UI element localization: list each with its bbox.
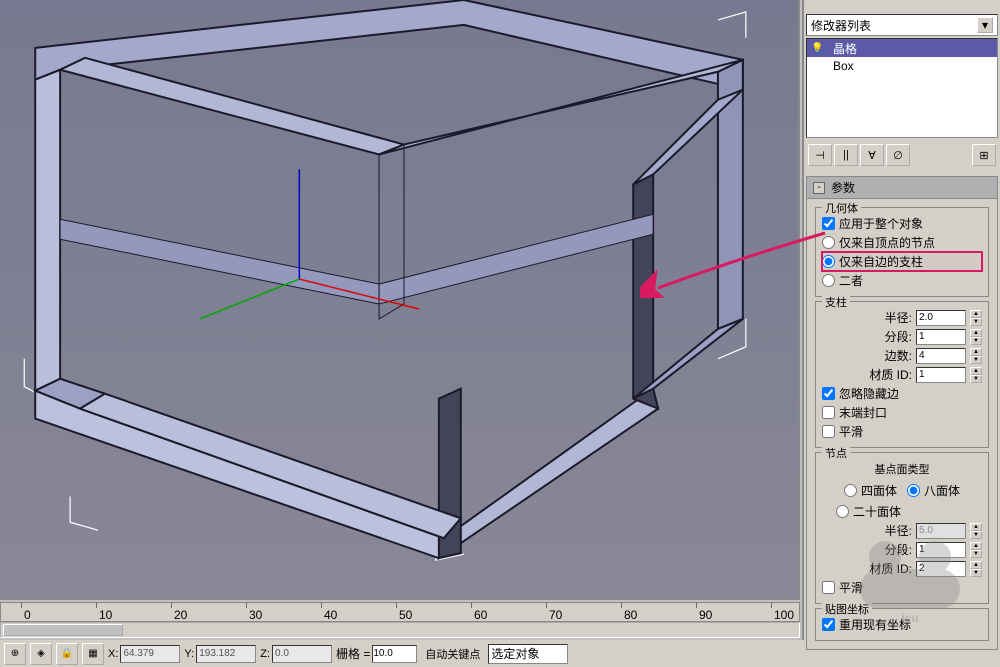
make-unique-button[interactable]: ∀ xyxy=(860,144,884,166)
modifier-list-dropdown[interactable]: 修改器列表 ▾ xyxy=(806,14,998,36)
tetra-radio[interactable]: 四面体 xyxy=(844,481,897,500)
remove-modifier-button[interactable]: ∅ xyxy=(886,144,910,166)
basetype-label: 基点面类型 xyxy=(822,459,982,479)
reuse-coords-checkbox[interactable]: 重用现有坐标 xyxy=(822,615,982,634)
status-btn-1[interactable]: ⊕ xyxy=(4,643,26,665)
spinner-down-icon[interactable]: ▼ xyxy=(970,531,982,539)
pin-stack-button[interactable]: ⊣ xyxy=(808,144,832,166)
spinner-down-icon[interactable]: ▼ xyxy=(970,375,982,383)
spinner-down-icon[interactable]: ▼ xyxy=(970,337,982,345)
parameters-rollout: - 参数 几何体 应用于整个对象 仅来自顶点的节点 仅来自边的支柱 xyxy=(806,176,998,650)
apply-whole-object-checkbox[interactable]: 应用于整个对象 xyxy=(822,214,982,233)
joint-matid-spinner[interactable]: 材质 ID: ▲▼ xyxy=(822,559,982,578)
ruler-tick: 60 xyxy=(474,608,487,622)
coord-y: Y: xyxy=(184,645,256,663)
coord-z-input[interactable] xyxy=(272,645,332,663)
ruler-tick: 100 xyxy=(774,608,794,622)
group-legend: 支柱 xyxy=(822,294,850,310)
ruler-tick: 50 xyxy=(399,608,412,622)
coord-z-label: Z: xyxy=(260,648,270,660)
grid-label: 栅格 = xyxy=(336,645,370,662)
ignore-hidden-checkbox[interactable]: 忽略隐藏边 xyxy=(822,384,982,403)
spinner-up-icon[interactable]: ▲ xyxy=(970,348,982,356)
configure-sets-button[interactable]: ⊞ xyxy=(972,144,996,166)
ruler-tick: 10 xyxy=(99,608,112,622)
icosa-radio[interactable]: 二十面体 xyxy=(822,502,982,521)
stack-item-label: Box xyxy=(833,59,854,73)
scrollbar-thumb[interactable] xyxy=(3,624,123,636)
grid-input[interactable] xyxy=(372,645,417,663)
spinner-up-icon[interactable]: ▲ xyxy=(970,329,982,337)
struts-group: 支柱 半径: ▲▼ 分段: ▲▼ 边数: ▲▼ 材质 ID: xyxy=(815,301,989,448)
group-legend: 几何体 xyxy=(822,200,861,216)
joints-only-radio[interactable]: 仅来自顶点的节点 xyxy=(822,233,982,252)
coord-y-label: Y: xyxy=(184,648,194,660)
stack-item-lattice[interactable]: 💡 晶格 xyxy=(807,39,997,57)
mapping-group: 贴图坐标 重用现有坐标 xyxy=(815,608,989,641)
spinner-up-icon[interactable]: ▲ xyxy=(970,561,982,569)
selection-dropdown[interactable]: 选定对象 xyxy=(488,644,568,664)
ruler-tick: 30 xyxy=(249,608,262,622)
rollout-title: 参数 xyxy=(831,179,855,196)
octa-radio[interactable]: 八面体 xyxy=(907,481,960,500)
joints-group: 节点 基点面类型 四面体 八面体 二十面体 xyxy=(815,452,989,604)
dropdown-arrow-icon: ▾ xyxy=(977,17,993,33)
joint-smooth-checkbox[interactable]: 平滑 xyxy=(822,578,982,597)
coord-y-input[interactable] xyxy=(196,645,256,663)
ruler-tick: 70 xyxy=(549,608,562,622)
modify-panel: 修改器列表 ▾ 💡 晶格 Box ⊣ || ∀ ∅ ⊞ - 参数 几何体 xyxy=(802,0,1000,640)
group-legend: 贴图坐标 xyxy=(822,601,872,617)
stack-item-label: 晶格 xyxy=(833,40,857,57)
coord-x-label: X: xyxy=(108,648,118,660)
stack-toolbar: ⊣ || ∀ ∅ ⊞ xyxy=(806,142,998,168)
spinner-down-icon[interactable]: ▼ xyxy=(970,569,982,577)
ruler-tick: 90 xyxy=(699,608,712,622)
ruler-tick: 40 xyxy=(324,608,337,622)
show-end-result-button[interactable]: || xyxy=(834,144,858,166)
ruler-tick: 20 xyxy=(174,608,187,622)
viewport-canvas xyxy=(0,0,798,598)
lightbulb-icon: 💡 xyxy=(811,43,825,54)
spinner-up-icon[interactable]: ▲ xyxy=(970,542,982,550)
timeline-scrollbar[interactable] xyxy=(0,622,800,638)
spinner-up-icon[interactable]: ▲ xyxy=(970,367,982,375)
time-ruler[interactable]: 0 10 20 30 40 50 60 70 80 90 100 xyxy=(0,602,800,622)
coord-z: Z: xyxy=(260,645,332,663)
ruler-tick: 80 xyxy=(624,608,637,622)
strut-segments-spinner[interactable]: 分段: ▲▼ xyxy=(822,327,982,346)
ruler-tick: 0 xyxy=(24,608,31,622)
spinner-down-icon[interactable]: ▼ xyxy=(970,550,982,558)
end-caps-checkbox[interactable]: 末端封口 xyxy=(822,403,982,422)
group-legend: 节点 xyxy=(822,445,850,461)
joint-radius-spinner[interactable]: 半径: ▲▼ xyxy=(822,521,982,540)
modifier-stack[interactable]: 💡 晶格 Box xyxy=(806,38,998,138)
rollout-header[interactable]: - 参数 xyxy=(807,177,997,199)
lock-selection-button[interactable]: 🔒 xyxy=(56,643,78,665)
spinner-up-icon[interactable]: ▲ xyxy=(970,310,982,318)
autokey-label[interactable]: 自动关键点 xyxy=(421,646,484,662)
coord-x: X: xyxy=(108,645,180,663)
rollout-toggle-icon: - xyxy=(813,182,825,194)
status-btn-4[interactable]: ▦ xyxy=(82,643,104,665)
spinner-up-icon[interactable]: ▲ xyxy=(970,523,982,531)
spinner-down-icon[interactable]: ▼ xyxy=(970,318,982,326)
coord-x-input[interactable] xyxy=(120,645,180,663)
stack-item-box[interactable]: Box xyxy=(807,57,997,75)
status-btn-2[interactable]: ◈ xyxy=(30,643,52,665)
strut-smooth-checkbox[interactable]: 平滑 xyxy=(822,422,982,441)
spinner-down-icon[interactable]: ▼ xyxy=(970,356,982,364)
modifier-dropdown-label: 修改器列表 xyxy=(811,17,871,34)
strut-sides-spinner[interactable]: 边数: ▲▼ xyxy=(822,346,982,365)
joint-segments-spinner[interactable]: 分段: ▲▼ xyxy=(822,540,982,559)
grid-field: 栅格 = xyxy=(336,645,417,663)
geometry-group: 几何体 应用于整个对象 仅来自顶点的节点 仅来自边的支柱 二者 xyxy=(815,207,989,297)
struts-only-radio[interactable]: 仅来自边的支柱 xyxy=(822,252,982,271)
viewport-3d[interactable] xyxy=(0,0,800,600)
both-radio[interactable]: 二者 xyxy=(822,271,982,290)
strut-matid-spinner[interactable]: 材质 ID: ▲▼ xyxy=(822,365,982,384)
strut-radius-spinner[interactable]: 半径: ▲▼ xyxy=(822,308,982,327)
